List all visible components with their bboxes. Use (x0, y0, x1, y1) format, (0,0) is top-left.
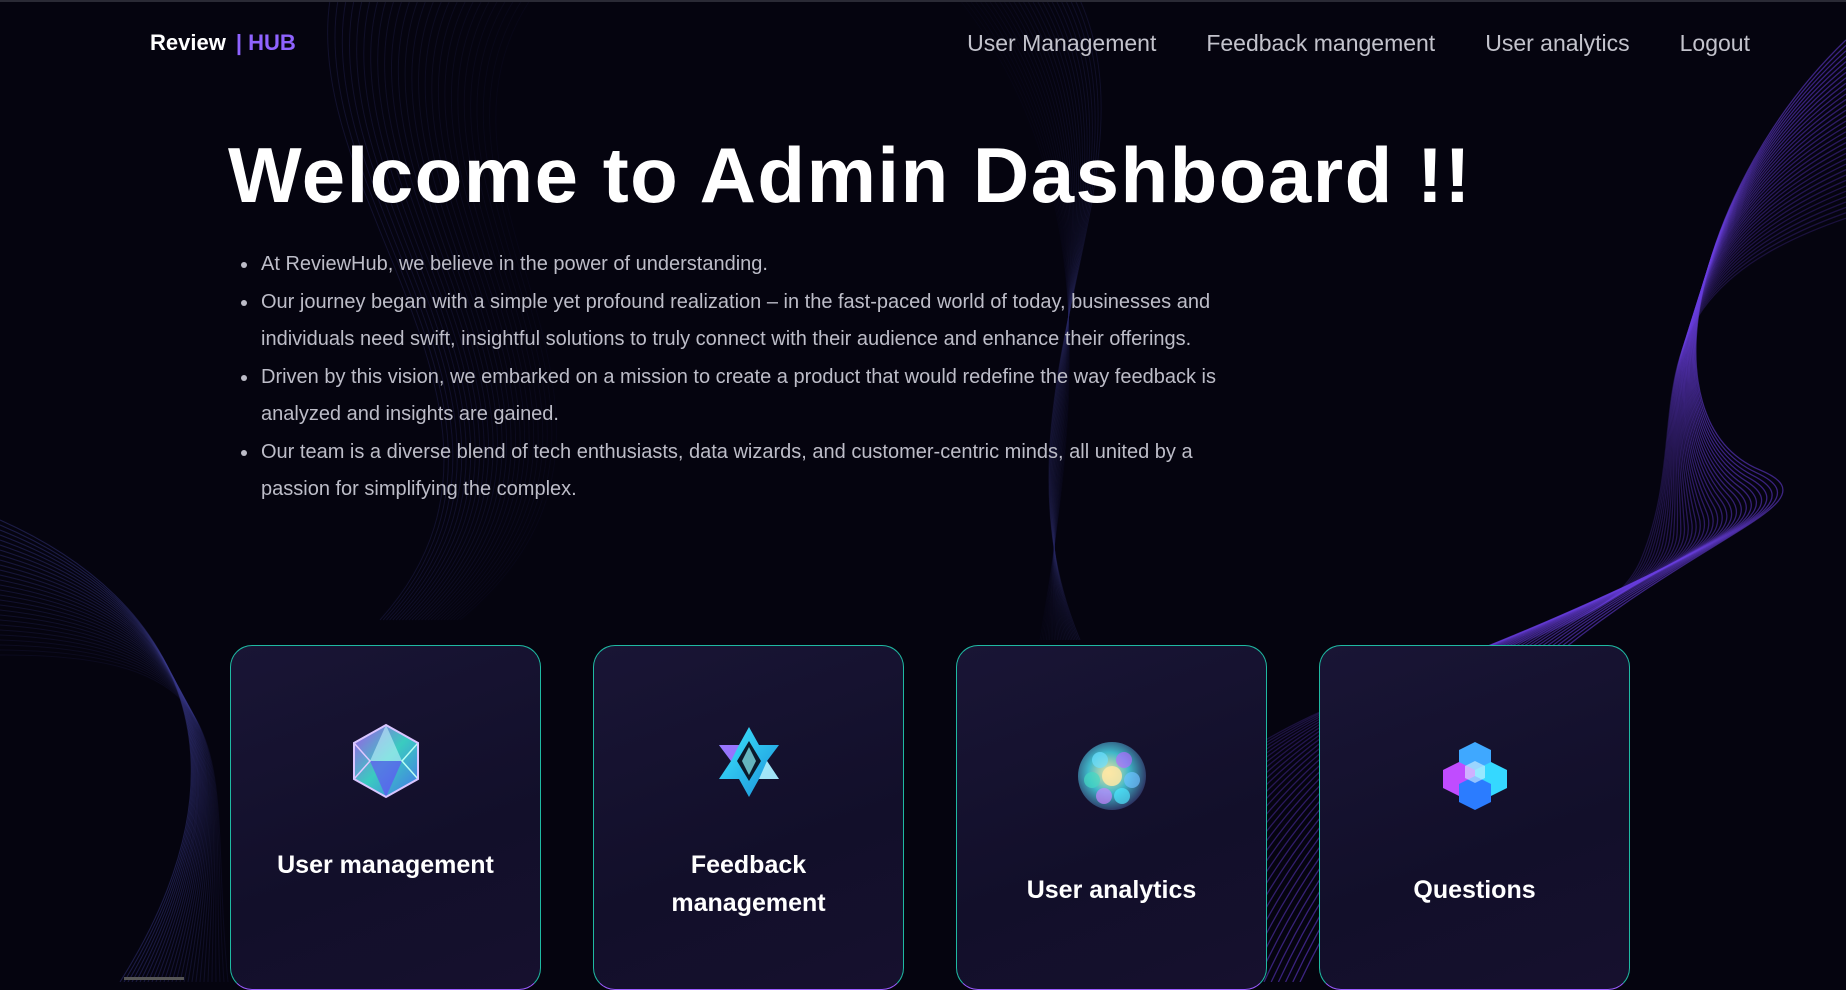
card-questions[interactable]: Questions (1319, 645, 1630, 990)
nav-feedback-management[interactable]: Feedback mangement (1206, 30, 1435, 57)
sphere-cluster-icon (1072, 736, 1152, 816)
nav-logout[interactable]: Logout (1680, 30, 1750, 57)
main-nav: User Management Feedback mangement User … (967, 30, 1750, 57)
brand-hub-text: | HUB (235, 30, 296, 55)
intro-point: Our team is a diverse blend of tech enth… (259, 434, 1219, 509)
card-feedback-management[interactable]: Feedback management (593, 645, 904, 990)
page-title: Welcome to Admin Dashboard !! (228, 131, 1472, 219)
feature-cards: User management Feedback management User… (230, 645, 1630, 990)
card-user-analytics[interactable]: User analytics (956, 645, 1267, 990)
intro-list: At ReviewHub, we believe in the power of… (235, 246, 1219, 509)
card-label: Feedback management (671, 851, 826, 917)
brand-logo[interactable]: Review | HUB (150, 30, 296, 56)
icosahedron-icon (346, 721, 426, 801)
card-label: User analytics (1026, 876, 1197, 904)
card-label: User management (277, 851, 494, 879)
intro-point: Our journey began with a simple yet prof… (259, 284, 1219, 359)
top-navbar: Review | HUB User Management Feedback man… (0, 0, 1846, 88)
intro-point: Driven by this vision, we embarked on a … (259, 359, 1219, 434)
scroll-indicator (124, 977, 184, 980)
hexagon-cluster-icon (1435, 736, 1515, 816)
nav-user-analytics[interactable]: User analytics (1485, 30, 1629, 57)
intro-point: At ReviewHub, we believe in the power of… (259, 246, 1219, 284)
card-label: Questions (1413, 876, 1536, 904)
card-user-management[interactable]: User management (230, 645, 541, 990)
nav-user-management[interactable]: User Management (967, 30, 1156, 57)
geometric-star-icon (709, 721, 789, 801)
brand-review-text: Review (150, 30, 226, 55)
